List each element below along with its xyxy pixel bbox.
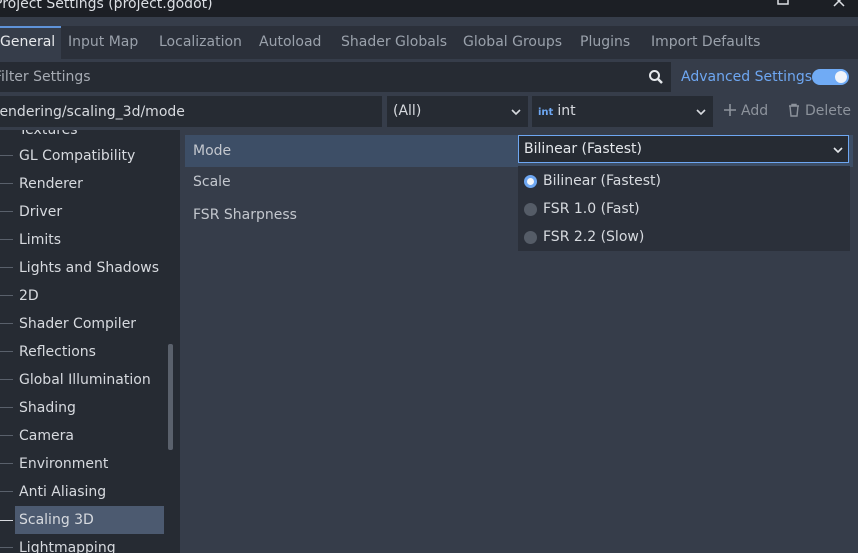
tree-item-label: GL Compatibility: [19, 148, 136, 164]
tree-item-label: Camera: [19, 428, 74, 444]
tree-connector: [0, 547, 13, 548]
tree-item-label: Driver: [19, 204, 63, 220]
option-label: Bilinear (Fastest): [543, 173, 661, 189]
tab-shader-globals[interactable]: Shader Globals: [341, 26, 447, 59]
delete-button[interactable]: Delete: [787, 96, 851, 127]
tree-connector: [0, 267, 13, 268]
property-path-input[interactable]: [0, 96, 382, 127]
radio-unchecked-icon: [524, 203, 537, 216]
trash-icon: [789, 103, 799, 117]
scope-dropdown-value: (All): [393, 103, 422, 119]
tree-item-label: Shading: [19, 400, 76, 416]
tree-connector: [0, 520, 13, 521]
settings-section-tree: Textures GL Compatibility Renderer Drive…: [0, 130, 180, 553]
tree-item-camera[interactable]: Camera: [0, 422, 165, 450]
chevron-down-icon: [833, 147, 843, 154]
add-label: Add: [741, 103, 769, 119]
radio-checked-icon: [524, 175, 537, 188]
tree-connector: [0, 183, 13, 184]
tab-plugins[interactable]: Plugins: [580, 26, 630, 59]
window-title: Project Settings (project.godot): [0, 0, 213, 12]
tree-item-renderer[interactable]: Renderer: [0, 170, 165, 198]
tree-connector: [0, 379, 13, 380]
tree-item-label: Renderer: [19, 176, 83, 192]
scope-dropdown[interactable]: (All): [387, 96, 528, 127]
close-icon[interactable]: [830, 0, 850, 12]
tree-connector: [0, 295, 13, 296]
tree-connector: [0, 155, 13, 156]
tree-item-label: Lightmapping: [19, 540, 116, 553]
tree-connector: [0, 491, 13, 492]
tree-scrollbar[interactable]: [168, 344, 173, 450]
tree-item-gl-compatibility[interactable]: GL Compatibility: [0, 142, 165, 170]
tree-connector: [0, 351, 13, 352]
tree-connector: [0, 435, 13, 436]
option-bilinear-fastest[interactable]: Bilinear (Fastest): [518, 167, 850, 195]
tree-connector: [0, 239, 13, 240]
option-label: FSR 2.2 (Slow): [543, 229, 645, 245]
maximize-icon[interactable]: [774, 0, 794, 12]
plus-icon: [724, 104, 736, 116]
type-dropdown-value: int: [557, 103, 576, 119]
tree-item-anti-aliasing[interactable]: Anti Aliasing: [0, 478, 165, 506]
option-fsr-2-2-slow[interactable]: FSR 2.2 (Slow): [518, 223, 850, 251]
mode-dropdown[interactable]: Bilinear (Fastest): [518, 135, 849, 163]
tree-connector: [0, 463, 13, 464]
tab-global-groups[interactable]: Global Groups: [463, 26, 562, 59]
mode-options-popup: Bilinear (Fastest) FSR 1.0 (Fast) FSR 2.…: [518, 166, 850, 251]
tab-localization[interactable]: Localization: [159, 26, 242, 59]
tree-item-label: Scaling 3D: [19, 512, 94, 528]
tab-autoload[interactable]: Autoload: [259, 26, 321, 59]
add-button[interactable]: Add: [723, 96, 768, 127]
tree-item-label: 2D: [19, 288, 39, 304]
window-titlebar: Project Settings (project.godot): [0, 0, 858, 17]
option-label: FSR 1.0 (Fast): [543, 201, 640, 217]
tree-connector: [0, 323, 13, 324]
tab-input-map[interactable]: Input Map: [68, 26, 138, 59]
tree-item-reflections[interactable]: Reflections: [0, 338, 165, 366]
filter-settings-input[interactable]: [0, 62, 671, 92]
chevron-down-icon: [696, 109, 706, 116]
tree-item-environment[interactable]: Environment: [0, 450, 165, 478]
tree-item-driver[interactable]: Driver: [0, 198, 165, 226]
property-path-row: (All) intint Add Delete: [0, 96, 858, 127]
tree-item-lights-and-shadows[interactable]: Lights and Shadows: [0, 254, 165, 282]
tree-item-2d[interactable]: 2D: [0, 282, 165, 310]
mode-dropdown-value: Bilinear (Fastest): [524, 141, 642, 157]
radio-unchecked-icon: [524, 231, 537, 244]
filter-row: Advanced Settings: [0, 62, 858, 92]
property-label: Mode: [193, 143, 232, 159]
tree-item-label: Reflections: [19, 344, 96, 360]
tree-item-label: Global Illumination: [19, 372, 151, 388]
tab-general[interactable]: General: [0, 26, 62, 59]
tree-item-label: Lights and Shadows: [19, 260, 160, 276]
tree-connector: [0, 407, 13, 408]
option-fsr-1-0-fast[interactable]: FSR 1.0 (Fast): [518, 195, 850, 223]
tab-import-defaults[interactable]: Import Defaults: [651, 26, 760, 59]
tree-connector: [0, 211, 13, 212]
type-dropdown[interactable]: int int: [532, 96, 713, 127]
chevron-down-icon: [511, 109, 521, 116]
tree-item-label: Anti Aliasing: [19, 484, 107, 500]
search-icon: [649, 70, 663, 84]
tree-item-label: Shader Compiler: [19, 316, 137, 332]
advanced-settings-label: Advanced Settings: [681, 69, 813, 85]
tree-item-label: Environment: [19, 456, 109, 472]
advanced-settings-toggle[interactable]: [812, 69, 849, 85]
tree-item-lightmapping[interactable]: Lightmapping: [0, 534, 165, 553]
tree-item-label: Limits: [19, 232, 61, 248]
tree-item-shader-compiler[interactable]: Shader Compiler: [0, 310, 165, 338]
delete-label: Delete: [805, 103, 851, 119]
int-type-icon: int: [538, 107, 554, 118]
tree-item-scaling-3d[interactable]: Scaling 3D: [0, 506, 165, 534]
tree-item-limits[interactable]: Limits: [0, 226, 165, 254]
tree-item-shading[interactable]: Shading: [0, 394, 165, 422]
settings-tabbar: General Input Map Localization Autoload …: [0, 26, 858, 59]
toggle-knob: [835, 71, 847, 83]
property-label: Scale: [193, 174, 231, 190]
property-label: FSR Sharpness: [193, 207, 297, 223]
tree-item-global-illumination[interactable]: Global Illumination: [0, 366, 165, 394]
